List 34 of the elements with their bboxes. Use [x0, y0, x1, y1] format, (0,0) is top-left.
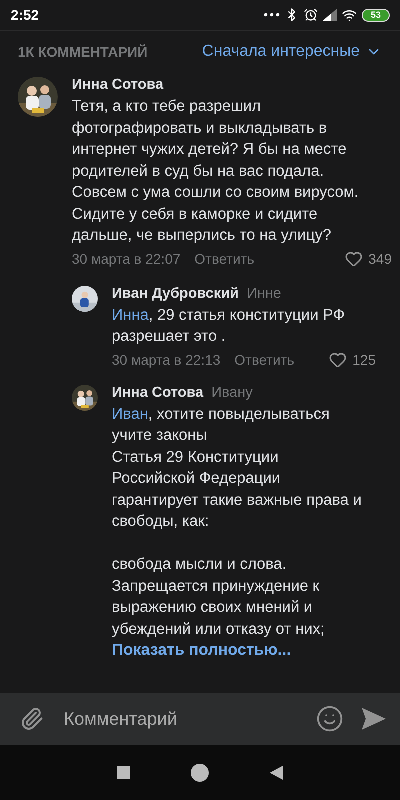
emoji-button[interactable] — [316, 705, 344, 733]
comment-date: 30 марта в 22:13 — [112, 352, 221, 368]
wifi-icon — [342, 8, 357, 22]
sort-dropdown[interactable]: Сначала интересные — [202, 43, 382, 61]
reply-button[interactable]: Ответить — [194, 250, 254, 266]
reply-to-label: Инне — [246, 286, 282, 302]
heart-icon — [344, 250, 363, 268]
author-name[interactable]: Иван Дубровский — [112, 286, 239, 302]
comment-text: Инна, 29 статья конституции РФ разрешает это . — [112, 306, 346, 347]
back-icon[interactable] — [270, 766, 283, 780]
more-icon — [264, 13, 280, 17]
author-name[interactable]: Инна Сотова — [72, 77, 164, 93]
comment-input[interactable]: Комментарий — [62, 708, 298, 730]
alarm-icon — [304, 8, 318, 22]
author-name[interactable]: Инна Сотова — [112, 384, 204, 400]
like-button[interactable]: 349 — [344, 250, 392, 268]
status-time: 2:52 — [11, 7, 40, 23]
like-button[interactable]: 125 — [328, 350, 376, 368]
send-button[interactable] — [362, 708, 386, 730]
mention-link[interactable]: Инна — [112, 306, 149, 324]
attach-button[interactable] — [20, 707, 44, 731]
heart-icon — [328, 350, 347, 368]
show-more-link[interactable]: Показать полностью... — [112, 640, 366, 662]
comment-text: Иван, хотите повыделываться учите законы Статья 29 Конституции Российской Федерации гарантирует такие важные права и свободы, как: свобода мысли и слова. Запрещается принуждение к выражению своих мнений и убеждений или отказу от них; — [112, 404, 363, 640]
mention-link[interactable]: Иван — [112, 406, 148, 422]
reply-button[interactable]: Ответить — [234, 352, 294, 368]
battery-icon: 53 — [362, 8, 390, 22]
comment-count: 1К КОММЕНТАРИЙ — [18, 44, 148, 60]
signal-icon — [322, 9, 337, 21]
comment-text: Тетя, а кто тебе разрешил фотографировать и выкладывать в интернет чужих детей? Я бы на месте родителей в суд бы на вас подала. Совсем с ума сошли со своим вирусом. Сидите у себя в каморке и сидите дальше, че выперлись то на улицу? — [72, 97, 360, 246]
comment-date: 30 марта в 22:07 — [72, 250, 181, 266]
home-icon[interactable] — [190, 762, 210, 782]
reply-to-label: Ивану — [212, 384, 253, 400]
comment-field[interactable]: Комментарий — [0, 693, 400, 745]
